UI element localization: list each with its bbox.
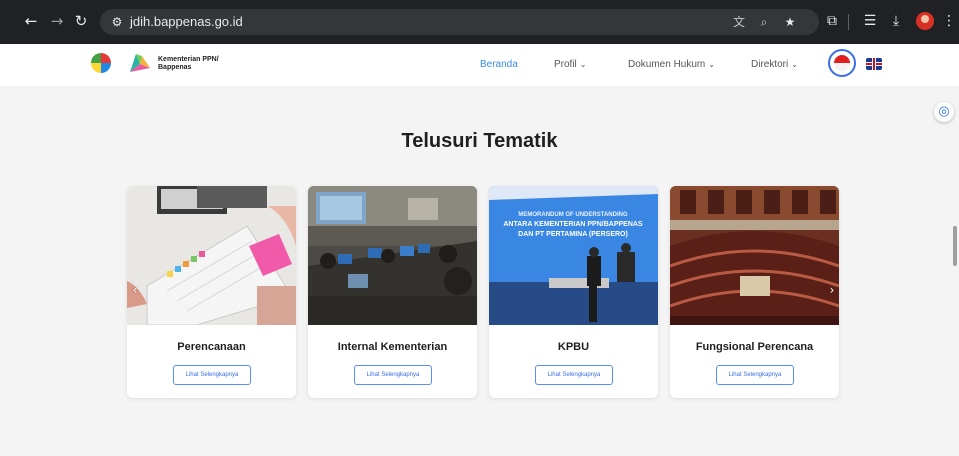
- assistant-icon[interactable]: ◎: [934, 102, 954, 122]
- card-title: Fungsional Perencana: [695, 341, 814, 353]
- chevron-left-icon[interactable]: ‹: [129, 282, 141, 298]
- more-vertical-icon[interactable]: ⋮: [939, 11, 959, 31]
- nav-profil-label: Profil: [554, 59, 577, 70]
- logo-text-line2: Bappenas: [158, 64, 192, 71]
- thematic-section: ◎ Telusuri Tematik ‹ Perencanaan Lihat S…: [0, 86, 959, 456]
- mou-line1: MEMORANDUM OF UNDERSTANDING: [518, 212, 628, 218]
- arrow-right-icon[interactable]: →: [46, 10, 68, 32]
- profile-avatar[interactable]: [916, 12, 934, 30]
- page-scrollbar[interactable]: [953, 226, 957, 266]
- theme-card-perencanaan[interactable]: ‹ Perencanaan Lihat Selengkapnya: [127, 186, 296, 398]
- see-more-button[interactable]: Lihat Selengkapnya: [173, 365, 251, 385]
- nav-beranda-label: Beranda: [480, 59, 518, 70]
- card-title: Internal Kementerian: [337, 341, 448, 353]
- zoom-icon[interactable]: ⌕: [756, 14, 772, 30]
- see-more-button[interactable]: Lihat Selengkapnya: [354, 365, 432, 385]
- see-more-button[interactable]: Lihat Selengkapnya: [535, 365, 613, 385]
- site-header: Kementerian PPN/ Bappenas Beranda Profil…: [0, 44, 959, 86]
- logo-text-line1: Kementerian PPN/: [158, 56, 219, 63]
- puzzle-icon[interactable]: ⧉: [822, 11, 842, 31]
- reading-list-icon[interactable]: ☰: [860, 11, 880, 31]
- browser-window: ← → ↻ ⚙ jdih.bappenas.go.id 文 ⌕ ★ ⧉ ☰ ⤓ …: [0, 0, 959, 456]
- browser-toolbar: ← → ↻ ⚙ jdih.bappenas.go.id 文 ⌕ ★ ⧉ ☰ ⤓ …: [0, 0, 959, 44]
- flag-red-half: [834, 55, 850, 63]
- star-icon[interactable]: ★: [782, 14, 798, 30]
- card-title: KPBU: [557, 341, 590, 353]
- chevron-down-icon: ⌄: [791, 60, 798, 69]
- nav-beranda[interactable]: Beranda: [480, 58, 518, 72]
- theme-card-fungsional-perencana[interactable]: › Fungsional Perencana Lihat Selengkapny…: [670, 186, 839, 398]
- internal-kementerian-photo: [308, 186, 477, 325]
- uk-flag-icon[interactable]: [866, 58, 882, 70]
- mou-line2: ANTARA KEMENTERIAN PPN/BAPPENAS: [503, 221, 643, 228]
- nav-dokumen-hukum[interactable]: Dokumen Hukum ⌄: [628, 58, 715, 72]
- theme-card-kpbu[interactable]: MEMORANDUM OF UNDERSTANDING ANTARA KEMEN…: [489, 186, 658, 398]
- indonesia-flag-icon[interactable]: [828, 49, 856, 77]
- tune-icon[interactable]: ⚙: [108, 13, 126, 31]
- section-title: Telusuri Tematik: [401, 130, 558, 152]
- bappenas-logo-mark[interactable]: [128, 52, 152, 74]
- arrow-left-icon[interactable]: ←: [20, 10, 42, 32]
- jdih-globe-logo[interactable]: [91, 53, 111, 73]
- chevron-down-icon: ⌄: [708, 60, 715, 69]
- reload-icon[interactable]: ↻: [70, 10, 92, 32]
- see-more-button[interactable]: Lihat Selengkapnya: [716, 365, 794, 385]
- chevron-down-icon: ⌄: [579, 60, 587, 69]
- download-icon[interactable]: ⤓: [886, 11, 906, 31]
- nav-direktori-label: Direktori: [751, 59, 789, 70]
- card-title: Perencanaan: [177, 341, 246, 353]
- kpbu-photo: MEMORANDUM OF UNDERSTANDING ANTARA KEMEN…: [489, 186, 658, 325]
- chevron-right-icon[interactable]: ›: [826, 282, 838, 298]
- url-text[interactable]: jdih.bappenas.go.id: [130, 14, 243, 30]
- flag-white-half: [834, 63, 850, 71]
- perencanaan-photo: [127, 186, 296, 325]
- nav-dokumen-hukum-label: Dokumen Hukum: [628, 59, 706, 70]
- mou-line3: DAN PT PERTAMINA (PERSERO): [518, 231, 628, 238]
- ministry-logo-text[interactable]: Kementerian PPN/ Bappenas: [158, 56, 238, 72]
- theme-card-internal-kementerian[interactable]: Internal Kementerian Lihat Selengkapnya: [308, 186, 477, 398]
- translate-icon[interactable]: 文: [731, 14, 747, 30]
- nav-direktori[interactable]: Direktori ⌄: [751, 58, 798, 72]
- address-bar[interactable]: ⚙ jdih.bappenas.go.id 文 ⌕ ★: [100, 9, 819, 35]
- fungsional-perencana-photo: [670, 186, 839, 325]
- toolbar-divider: [848, 14, 849, 30]
- nav-profil[interactable]: Profil ⌄: [554, 58, 587, 72]
- flag-cross-vertical: [872, 58, 876, 70]
